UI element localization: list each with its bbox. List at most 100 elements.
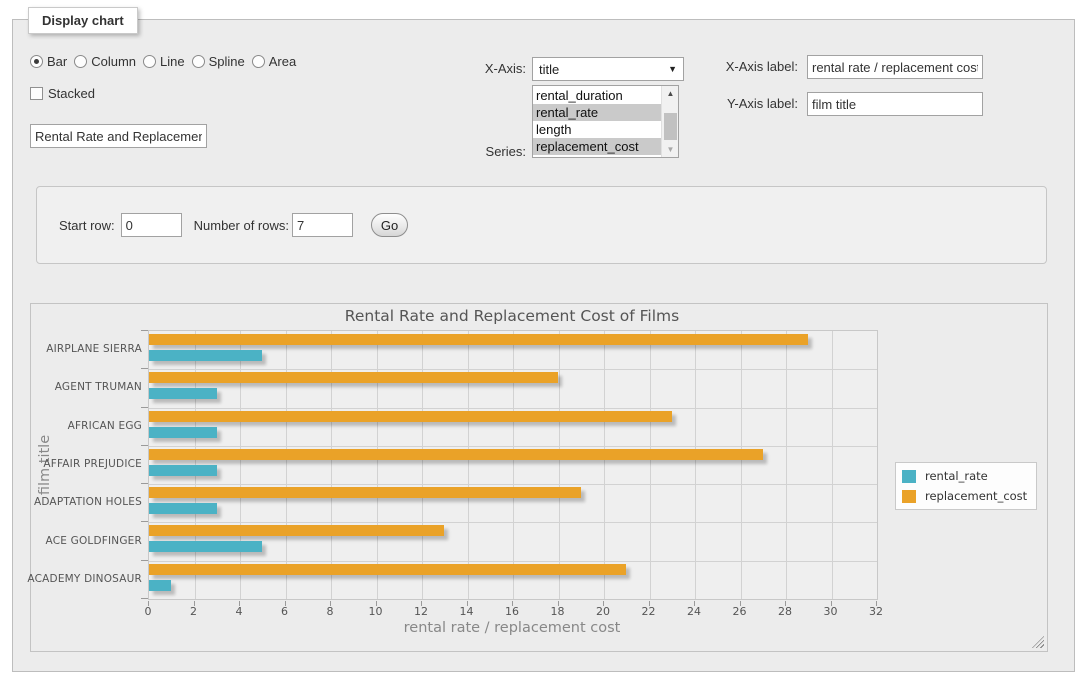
x-axis-label-field-label: X-Axis label: — [726, 59, 798, 74]
radio-icon[interactable] — [192, 55, 205, 68]
series-options: rental_durationrental_ratelengthreplacem… — [533, 87, 661, 155]
x-tick-label: 0 — [128, 605, 168, 618]
chart-title: Rental Rate and Replacement Cost of Film… — [148, 307, 876, 325]
start-row-input[interactable] — [121, 213, 182, 237]
grid-line-v — [604, 331, 605, 599]
fieldset-legend: Display chart — [28, 7, 138, 34]
y-tick-label: AIRPLANE SIERRA — [31, 330, 142, 368]
chart-title-input[interactable] — [30, 124, 207, 148]
x-axis-title: rental rate / replacement cost — [148, 620, 876, 636]
x-tick-label: 16 — [492, 605, 532, 618]
chart-legend: rental_rate replacement_cost — [895, 462, 1037, 510]
scroll-up-icon[interactable]: ▲ — [662, 86, 679, 101]
y-tick-mark — [141, 445, 148, 446]
series-option-rental_duration[interactable]: rental_duration — [533, 87, 661, 104]
x-tick-label: 18 — [538, 605, 578, 618]
legend-item: rental_rate — [902, 469, 1027, 483]
bar-rental_rate — [149, 580, 171, 591]
page: Display chart Bar Column Line Spline Area St… — [0, 0, 1081, 681]
y-tick-mark — [141, 330, 148, 331]
grid-line-v — [513, 331, 514, 599]
radio-label: Area — [269, 54, 296, 69]
grid-line-v — [331, 331, 332, 599]
x-tick-label: 32 — [856, 605, 896, 618]
grid-line-h — [149, 522, 877, 523]
grid-line-h — [149, 484, 877, 485]
x-tick-label: 4 — [219, 605, 259, 618]
y-tick-label: ACE GOLDFINGER — [31, 521, 142, 559]
x-tick-label: 10 — [356, 605, 396, 618]
grid-line-h — [149, 561, 877, 562]
y-axis-label-input[interactable] — [807, 92, 983, 116]
x-axis-selected-value: title — [539, 62, 559, 77]
bar-rental_rate — [149, 465, 217, 476]
bar-replacement_cost — [149, 525, 444, 536]
radio-icon[interactable] — [74, 55, 87, 68]
radio-label: Column — [91, 54, 136, 69]
grid-line-v — [377, 331, 378, 599]
grid-line-v — [695, 331, 696, 599]
radio-bar[interactable]: Bar — [30, 54, 67, 69]
y-tick-label: ACADEMY DINOSAUR — [31, 560, 142, 598]
scrollbar-thumb[interactable] — [664, 113, 677, 140]
stacked-checkbox[interactable]: Stacked — [30, 86, 95, 101]
y-tick-label: AFRICAN EGG — [31, 407, 142, 445]
y-tick-mark — [141, 368, 148, 369]
y-tick-mark — [141, 483, 148, 484]
num-rows-label: Number of rows: — [194, 218, 289, 233]
bar-replacement_cost — [149, 449, 763, 460]
radio-label: Spline — [209, 54, 245, 69]
y-tick-label: ADAPTATION HOLES — [31, 483, 142, 521]
checkbox-icon[interactable] — [30, 87, 43, 100]
radio-icon[interactable] — [30, 55, 43, 68]
bar-replacement_cost — [149, 564, 626, 575]
series-listbox[interactable]: rental_durationrental_ratelengthreplacem… — [532, 85, 679, 158]
go-button[interactable]: Go — [371, 213, 408, 237]
radio-icon[interactable] — [252, 55, 265, 68]
legend-swatch — [902, 490, 916, 503]
radio-label: Line — [160, 54, 185, 69]
grid-line-h — [149, 446, 877, 447]
x-tick-label: 24 — [674, 605, 714, 618]
y-axis-label-field-label: Y-Axis label: — [727, 96, 798, 111]
grid-line-v — [741, 331, 742, 599]
legend-label: replacement_cost — [925, 489, 1027, 503]
x-tick-label: 12 — [401, 605, 441, 618]
y-tick-mark — [141, 407, 148, 408]
x-tick-label: 26 — [720, 605, 760, 618]
series-list-label: Series: — [486, 144, 526, 159]
legend-swatch — [902, 470, 916, 483]
radio-label: Bar — [47, 54, 67, 69]
series-option-length[interactable]: length — [533, 121, 661, 138]
radio-icon[interactable] — [143, 55, 156, 68]
radio-area[interactable]: Area — [252, 54, 296, 69]
series-option-rental_rate[interactable]: rental_rate — [533, 104, 661, 121]
radio-spline[interactable]: Spline — [192, 54, 245, 69]
radio-line[interactable]: Line — [143, 54, 185, 69]
x-axis-label-input[interactable] — [807, 55, 983, 79]
x-tick-label: 30 — [811, 605, 851, 618]
bar-replacement_cost — [149, 487, 581, 498]
legend-label: rental_rate — [925, 469, 988, 483]
bar-rental_rate — [149, 427, 217, 438]
bar-replacement_cost — [149, 334, 808, 345]
bar-replacement_cost — [149, 411, 672, 422]
series-option-replacement_cost[interactable]: replacement_cost — [533, 138, 661, 155]
x-tick-label: 14 — [447, 605, 487, 618]
bar-rental_rate — [149, 350, 262, 361]
scroll-down-icon[interactable]: ▼ — [662, 142, 679, 157]
grid-line-h — [149, 408, 877, 409]
num-rows-input[interactable] — [292, 213, 353, 237]
x-tick-label: 8 — [310, 605, 350, 618]
stacked-label: Stacked — [48, 86, 95, 101]
series-scrollbar[interactable]: ▲ ▼ — [661, 86, 678, 157]
y-tick-label: AGENT TRUMAN — [31, 368, 142, 406]
grid-line-v — [240, 331, 241, 599]
grid-line-v — [559, 331, 560, 599]
y-tick-mark — [141, 560, 148, 561]
resize-handle-icon[interactable] — [1032, 636, 1044, 648]
x-axis-select[interactable]: title ▼ — [532, 57, 684, 81]
radio-column[interactable]: Column — [74, 54, 136, 69]
grid-line-v — [286, 331, 287, 599]
bar-rental_rate — [149, 503, 217, 514]
